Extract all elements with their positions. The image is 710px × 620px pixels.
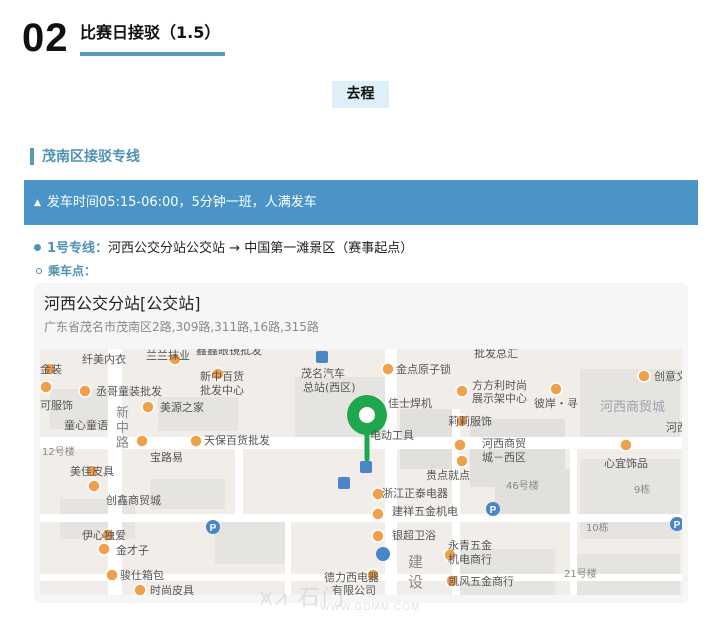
map-label: 批发总汇 xyxy=(474,349,518,360)
shuttle-line-route: 河西公交分站公交站 → 中国第一滩景区（赛事起点） xyxy=(108,241,414,256)
boarding-point-label: 乘车点： xyxy=(48,264,97,278)
map-label: 10栋 xyxy=(586,521,609,534)
map-label: 彼岸・寻 xyxy=(534,397,578,410)
section-number: 02 xyxy=(22,16,69,60)
map-label: 美源之家 xyxy=(160,400,204,414)
map-label: 新 xyxy=(116,405,129,421)
map-label: 童心童语 xyxy=(64,418,108,432)
bullet-dot-icon xyxy=(34,244,41,251)
map-label: 建祥五金机电 xyxy=(392,504,458,518)
map-label: 路 xyxy=(116,435,129,451)
subway-icon xyxy=(376,547,390,561)
map-label: 宝路易 xyxy=(150,450,183,464)
map-label: 方方利时尚 xyxy=(472,378,527,392)
map-label: 纤美内衣 xyxy=(82,352,126,366)
map-label: 机电商行 xyxy=(448,552,492,566)
map-label: 金装 xyxy=(40,362,62,376)
map-label: 中 xyxy=(116,421,129,436)
map-label: 天保百货批发 xyxy=(204,433,270,447)
map-label: 骏仕箱包 xyxy=(120,568,164,582)
watermark-url: WWW.GDMM.COM xyxy=(320,602,421,613)
map-label: 创意文 xyxy=(654,369,682,383)
map-label: 时尚皮具 xyxy=(150,583,194,595)
map-label: 美佳皮具 xyxy=(70,464,114,478)
map-label: 丞哥童装批发 xyxy=(96,384,162,398)
map-label: 总站(西区) xyxy=(303,380,356,394)
shuttle-line-label: 1号专线： xyxy=(47,241,109,256)
map-label: 心宜饰品 xyxy=(604,456,648,470)
svg-text:P: P xyxy=(210,523,217,534)
map-label: 金点原子锁 xyxy=(396,362,451,376)
map-label: 9栋 xyxy=(634,483,650,496)
map-label: 城－西区 xyxy=(482,451,526,464)
map-label: 河西商贸城 xyxy=(600,400,665,415)
district-title: 茂南区接驳专线 xyxy=(42,149,140,165)
map-label: 金才子 xyxy=(116,543,149,557)
map-label: 展示架中心 xyxy=(472,392,527,405)
map-label: 新中百货 xyxy=(200,369,244,383)
map-label: 批发中心 xyxy=(200,383,244,397)
map-label: 贵点就点 xyxy=(426,468,470,482)
map-label: 河西商贸 xyxy=(482,436,526,450)
triangle-up-icon: ▲ xyxy=(34,198,41,208)
map-label: 电动工具 xyxy=(370,429,414,442)
map-label: 鑫鑫眼镜批发 xyxy=(196,349,262,357)
section-title-underline xyxy=(80,52,225,56)
map-label: 永青五金 xyxy=(448,538,492,552)
map-label: 可服饰 xyxy=(40,398,73,412)
shuttle-line-row: 1号专线：河西公交分站公交站 → 中国第一滩景区（赛事起点） xyxy=(34,238,413,260)
route-direction-tag: 去程 xyxy=(332,81,389,108)
map-canvas: P P P 纤美内衣 兰兰抹业 鑫鑫眼镜批发 批发总汇 茂名汽车 总站(西区) … xyxy=(40,349,682,595)
map-label: 浙江正泰电器 xyxy=(382,486,448,500)
boarding-point-row: 乘车点： xyxy=(36,262,96,280)
map-label: 河西 xyxy=(666,421,682,434)
departure-time-text: 发车时间05:15-06:00，5分钟一班，人满发车 xyxy=(46,195,317,210)
map-label: 银超卫浴 xyxy=(392,528,436,542)
bus-stop-location-card[interactable]: 河西公交分站[公交站] 广东省茂名市茂南区2路,309路,311路,16路,31… xyxy=(34,283,688,603)
map-label: 兰兰抹业 xyxy=(146,349,190,362)
svg-text:P: P xyxy=(490,505,497,516)
map-label: 46号楼 xyxy=(506,479,539,492)
map-label: 莉莉服饰 xyxy=(448,414,492,428)
location-map[interactable]: P P P 纤美内衣 兰兰抹业 鑫鑫眼镜批发 批发总汇 茂名汽车 总站(西区) … xyxy=(40,349,682,595)
svg-text:P: P xyxy=(674,520,681,531)
watermark: ⩙⩘ 石门 WWW.GDMM.COM xyxy=(260,578,490,618)
map-label: 伊心独爱 xyxy=(82,529,126,542)
map-label: 建 xyxy=(408,553,423,571)
map-label: 茂名汽车 xyxy=(301,366,345,380)
bullet-ring-icon xyxy=(36,268,42,274)
map-label: 佳士焊机 xyxy=(388,396,432,410)
stop-address: 广东省茂名市茂南区2路,309路,311路,16路,315路 xyxy=(44,320,319,334)
departure-time-banner: ▲ 发车时间05:15-06:00，5分钟一班，人满发车 xyxy=(24,180,698,225)
map-label: 21号楼 xyxy=(564,567,597,580)
stop-name: 河西公交分站[公交站] xyxy=(44,294,201,313)
map-label: 12号楼 xyxy=(42,445,75,458)
section-title: 比赛日接驳（1.5） xyxy=(80,23,221,42)
map-label: 创鑫商贸城 xyxy=(106,493,161,507)
district-accent-bar xyxy=(30,148,34,165)
